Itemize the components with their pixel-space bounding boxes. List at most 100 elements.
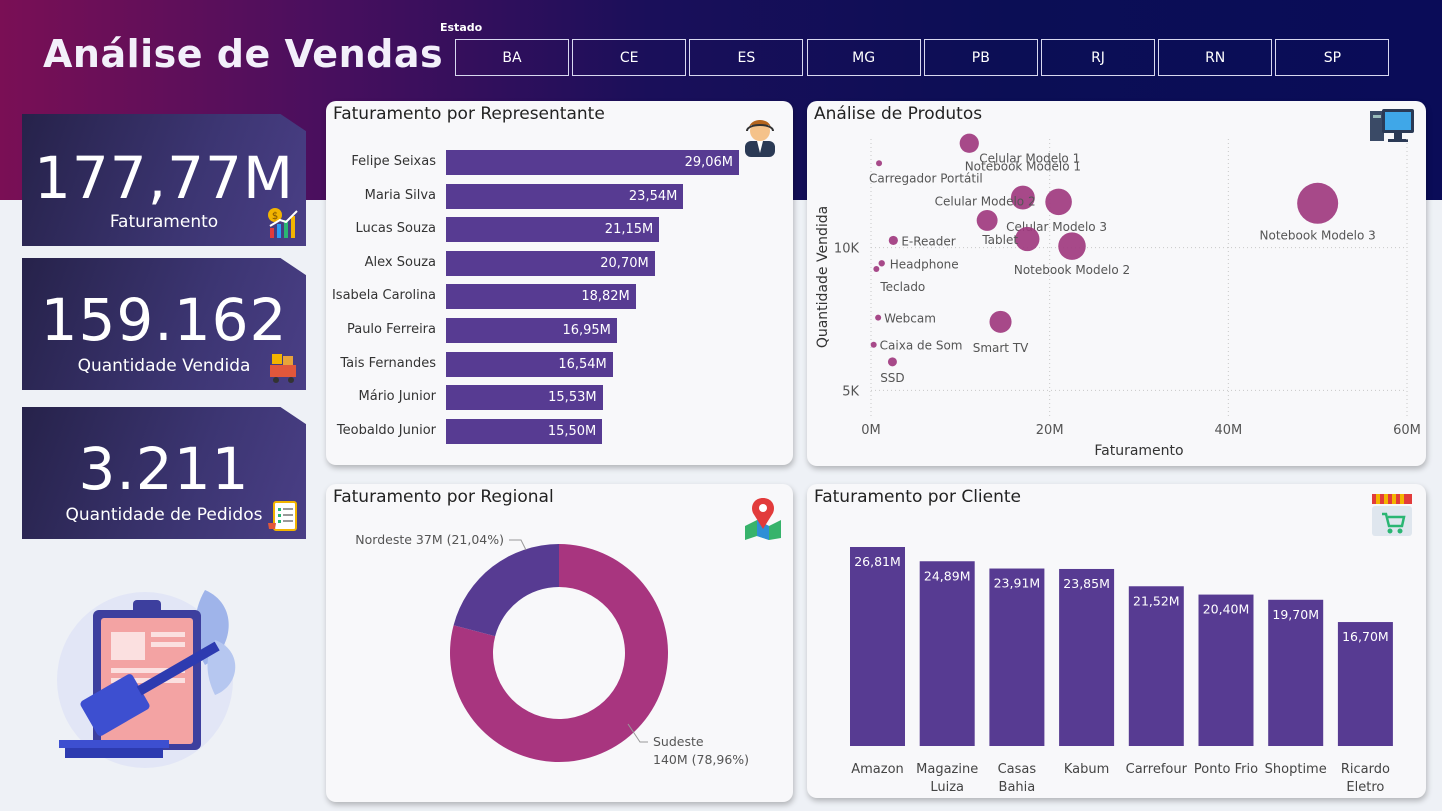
bubble[interactable] [1297,182,1339,224]
bubble[interactable] [887,357,897,367]
clipboard-gavel-illustration [57,590,236,768]
bar-value-label: 23,91M [994,576,1041,591]
svg-text:$: $ [272,211,278,222]
kpi-label: Quantidade de Pedidos [65,505,263,525]
slice-label: Nordeste 37M (21,04%) [355,532,504,547]
estado-filter-ce[interactable]: CE [572,39,687,76]
estado-filter-pb[interactable]: PB [923,39,1038,76]
kpi-value: 159.162 [40,286,288,354]
bubble[interactable] [976,209,998,231]
bar-category-label: Ricardo [1341,762,1390,777]
bubble[interactable] [1015,226,1040,252]
kpi-label: Quantidade Vendida [77,356,251,376]
slice-value-label: 140M (78,96%) [653,752,749,767]
bubble[interactable] [959,133,979,153]
bar[interactable] [850,547,905,746]
bar-category-label: Kabum [1064,762,1109,777]
bar-category-label: Shoptime [1265,762,1327,777]
bar-category-label: Alex Souza [364,254,436,270]
bar-category-label: Bahia [999,780,1036,795]
x-tick-label: 0M [861,423,881,438]
bubble-label: Tablet [981,233,1018,247]
bubble[interactable] [1045,188,1072,216]
card-faturamento-representante: Faturamento por Representante Felipe Sei… [326,101,793,465]
bubble-label: Webcam [884,312,936,326]
y-tick-label: 10K [834,242,860,257]
bar[interactable] [1059,568,1115,746]
estado-filter-rn[interactable]: RN [1158,39,1273,76]
bar-value-label: 24,89M [924,568,971,583]
card-analise-produtos: Análise de Produtos 0M 20M 40M 60M 5K 10K Fatu… [807,101,1426,466]
chart-title: Faturamento por Representante [333,104,605,124]
kpi-quantidade-vendida-card: 159.162 Quantidade Vendida [22,258,306,390]
leader-line [509,539,527,551]
estado-filter-sp[interactable]: SP [1275,39,1390,76]
estado-filter-mg[interactable]: MG [806,39,921,76]
y-axis-title: Quantidade Vendida [815,206,831,348]
bar-category-label: Amazon [851,762,904,777]
bar-category-label: Tais Fernandes [340,355,436,371]
bubble[interactable] [875,314,882,321]
kpi-faturamento-card: 177,77M Faturamento $ [22,114,306,246]
card-faturamento-regional: Faturamento por Regional Sudeste 140M (78… [326,484,793,802]
produtos-scatter-chart: 0M 20M 40M 60M 5K 10K Faturamento Quantidade Ve… [815,133,1421,459]
donut-slice[interactable] [453,544,559,637]
bar[interactable] [989,568,1045,746]
bar-category-label: Teobaldo Junior [336,422,436,438]
page-title: Análise de Vendas [43,32,444,76]
cart-boxes-icon [270,354,296,383]
revenue-chart-icon: $ [268,208,298,238]
bar-category-label: Mário Junior [358,389,436,405]
kpi-value: 177,77M [34,144,294,212]
bar-value-label: 15,50M [547,423,597,439]
bar-value-label: 26,81M [854,554,901,569]
bar-value-label: 23,85M [1063,576,1110,591]
bar-value-label: 20,70M [600,255,649,271]
bar-category-label: Isabela Carolina [331,288,436,304]
bubble[interactable] [1058,232,1086,260]
bar-value-label: 20,40M [1203,602,1250,617]
bubble-label: Carregador Portátil [869,171,983,185]
bar-category-label: Eletro [1346,780,1384,795]
bar[interactable] [919,561,975,746]
bar-value-label: 15,53M [548,390,597,406]
estado-filter-label: Estado [440,21,483,34]
bar-category-label: Magazine [916,762,978,777]
bubble[interactable] [989,310,1012,333]
bar-value-label: 21,15M [604,222,654,238]
bar-category-label: Lucas Souza [355,221,436,237]
kpi-value: 3.211 [78,435,250,503]
bubble-label: E-Reader [901,234,955,248]
bar-category-label: Maria Silva [364,187,436,203]
bar-value-label: 21,52M [1133,593,1180,608]
bubble-label: Celular Modelo 2 [935,194,1036,208]
bar[interactable] [1198,594,1254,746]
regional-donut-chart: Sudeste 140M (78,96%) Nordeste 37M (21,04%… [355,532,749,767]
cliente-bar-chart: 26,81M Amazon 24,89M Magazine Luiza 23,91M Cas… [850,547,1393,795]
bubble-label: Smart TV [973,341,1029,355]
bubble-label: Notebook Modelo 3 [1260,228,1376,242]
slice-label: Sudeste [653,734,704,749]
bubble-label: SSD [880,371,904,385]
bar-category-label: Carrefour [1126,762,1188,777]
bubble-label: Caixa de Som [880,339,963,353]
bubble[interactable] [870,341,877,348]
estado-filter-es[interactable]: ES [689,39,804,76]
bubble[interactable] [876,160,883,167]
salesman-icon [745,120,775,157]
bubble[interactable] [878,260,885,267]
estado-filter-ba[interactable]: BA [455,39,569,76]
x-tick-label: 20M [1036,423,1064,438]
order-list-icon [268,501,297,531]
bubble[interactable] [888,235,898,246]
x-tick-label: 60M [1393,423,1421,438]
bubble-label: Teclado [879,280,925,294]
kpi-label: Faturamento [109,212,219,232]
bar[interactable] [1128,586,1184,746]
bar-value-label: 16,70M [1342,629,1389,644]
bar-category-label: Luiza [930,780,964,795]
estado-filter-rj[interactable]: RJ [1041,39,1155,76]
bubble[interactable] [873,266,880,272]
bubble-label: Notebook Modelo 2 [1014,263,1130,277]
x-tick-label: 40M [1214,423,1242,438]
